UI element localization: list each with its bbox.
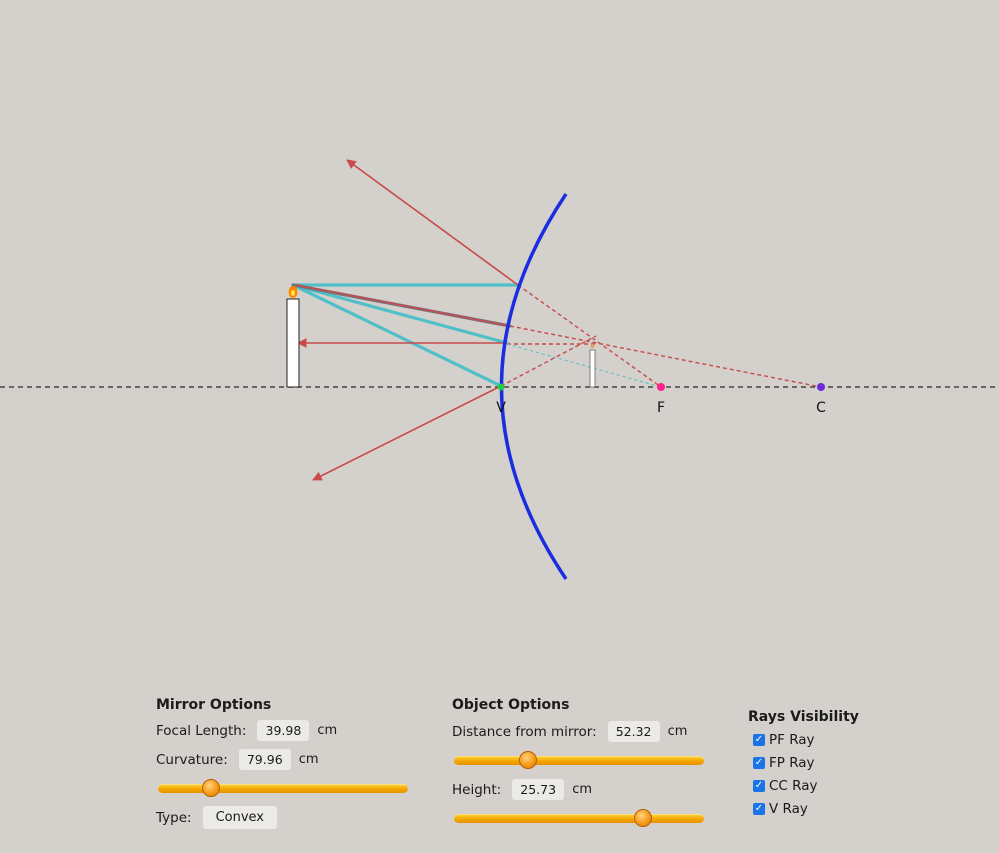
curvature-field[interactable]: 79.96 bbox=[238, 749, 291, 770]
curvature-slider[interactable] bbox=[158, 778, 408, 800]
vertex-label: V bbox=[496, 400, 506, 416]
pf-ray-label: PF Ray bbox=[769, 732, 815, 748]
mirror-options-panel: Mirror Options Focal Length: 39.98 cm Cu… bbox=[156, 697, 416, 837]
height-unit: cm bbox=[572, 782, 592, 797]
incident-ray-fp bbox=[291, 283, 509, 345]
image-flame-icon bbox=[590, 344, 595, 348]
virtual-ray-pf-extension bbox=[517, 284, 662, 388]
slider-thumb[interactable] bbox=[201, 779, 220, 797]
curvature-label: Curvature: bbox=[156, 751, 228, 768]
focal-length-label: Focal Length: bbox=[156, 722, 247, 739]
reflected-ray-pf bbox=[346, 159, 519, 286]
checkbox-checked-icon[interactable]: ✓ bbox=[753, 734, 765, 746]
fp-ray-to-focus-guide bbox=[506, 343, 662, 388]
object-options-title: Object Options bbox=[452, 697, 570, 713]
slider-track bbox=[454, 814, 704, 823]
slider-track bbox=[158, 784, 408, 793]
image-candle bbox=[589, 349, 596, 388]
cc-ray-label: CC Ray bbox=[769, 778, 818, 794]
distance-row: Distance from mirror: 52.32 cm bbox=[452, 721, 687, 742]
height-slider[interactable] bbox=[454, 808, 704, 830]
rays-visibility-title: Rays Visibility bbox=[748, 709, 859, 725]
distance-label: Distance from mirror: bbox=[452, 723, 597, 740]
focal-length-row: Focal Length: 39.98 cm bbox=[156, 720, 337, 741]
slider-thumb[interactable] bbox=[633, 809, 652, 827]
reflected-ray-cc bbox=[295, 284, 511, 327]
curvature-unit: cm bbox=[298, 752, 319, 767]
focus-label: F bbox=[657, 400, 665, 416]
fp-ray-label: FP Ray bbox=[769, 755, 815, 771]
mirror-type-select[interactable]: Convex bbox=[202, 806, 277, 829]
ray-diagram-canvas: V F C bbox=[0, 159, 999, 580]
mirror-type-row: Type: Convex bbox=[156, 806, 277, 829]
flame-core bbox=[291, 290, 295, 296]
virtual-ray-cc-extension bbox=[509, 325, 822, 388]
height-row: Height: 25.73 cm bbox=[452, 779, 592, 800]
v-ray-toggle[interactable]: ✓ V Ray bbox=[753, 801, 808, 817]
distance-slider[interactable] bbox=[454, 750, 704, 772]
pf-ray-toggle[interactable]: ✓ PF Ray bbox=[753, 732, 815, 748]
center-label: C bbox=[816, 400, 826, 416]
height-field[interactable]: 25.73 bbox=[512, 779, 565, 800]
vertex-point bbox=[497, 383, 505, 391]
height-label: Height: bbox=[452, 781, 502, 798]
center-point bbox=[817, 383, 825, 391]
mirror-type-label: Type: bbox=[156, 809, 192, 826]
v-ray-label: V Ray bbox=[769, 801, 808, 817]
curvature-row: Curvature: 79.96 cm bbox=[156, 749, 319, 770]
slider-track bbox=[454, 756, 704, 765]
object-candle[interactable] bbox=[286, 298, 300, 388]
checkbox-checked-icon[interactable]: ✓ bbox=[753, 780, 765, 792]
rays-visibility-panel: Rays Visibility ✓ PF Ray ✓ FP Ray ✓ CC R… bbox=[748, 709, 878, 829]
focus-point bbox=[657, 383, 665, 391]
mirror-options-title: Mirror Options bbox=[156, 697, 272, 713]
distance-unit: cm bbox=[667, 724, 688, 739]
focal-length-unit: cm bbox=[317, 723, 338, 738]
object-options-panel: Object Options Distance from mirror: 52.… bbox=[452, 697, 722, 837]
checkbox-checked-icon[interactable]: ✓ bbox=[753, 803, 765, 815]
checkbox-checked-icon[interactable]: ✓ bbox=[753, 757, 765, 769]
incident-ray-v bbox=[291, 283, 503, 388]
slider-thumb[interactable] bbox=[518, 751, 537, 769]
reflected-ray-v bbox=[312, 385, 502, 481]
distance-field[interactable]: 52.32 bbox=[607, 721, 660, 742]
focal-length-field[interactable]: 39.98 bbox=[257, 720, 310, 741]
cc-ray-toggle[interactable]: ✓ CC Ray bbox=[753, 778, 818, 794]
fp-ray-toggle[interactable]: ✓ FP Ray bbox=[753, 755, 815, 771]
